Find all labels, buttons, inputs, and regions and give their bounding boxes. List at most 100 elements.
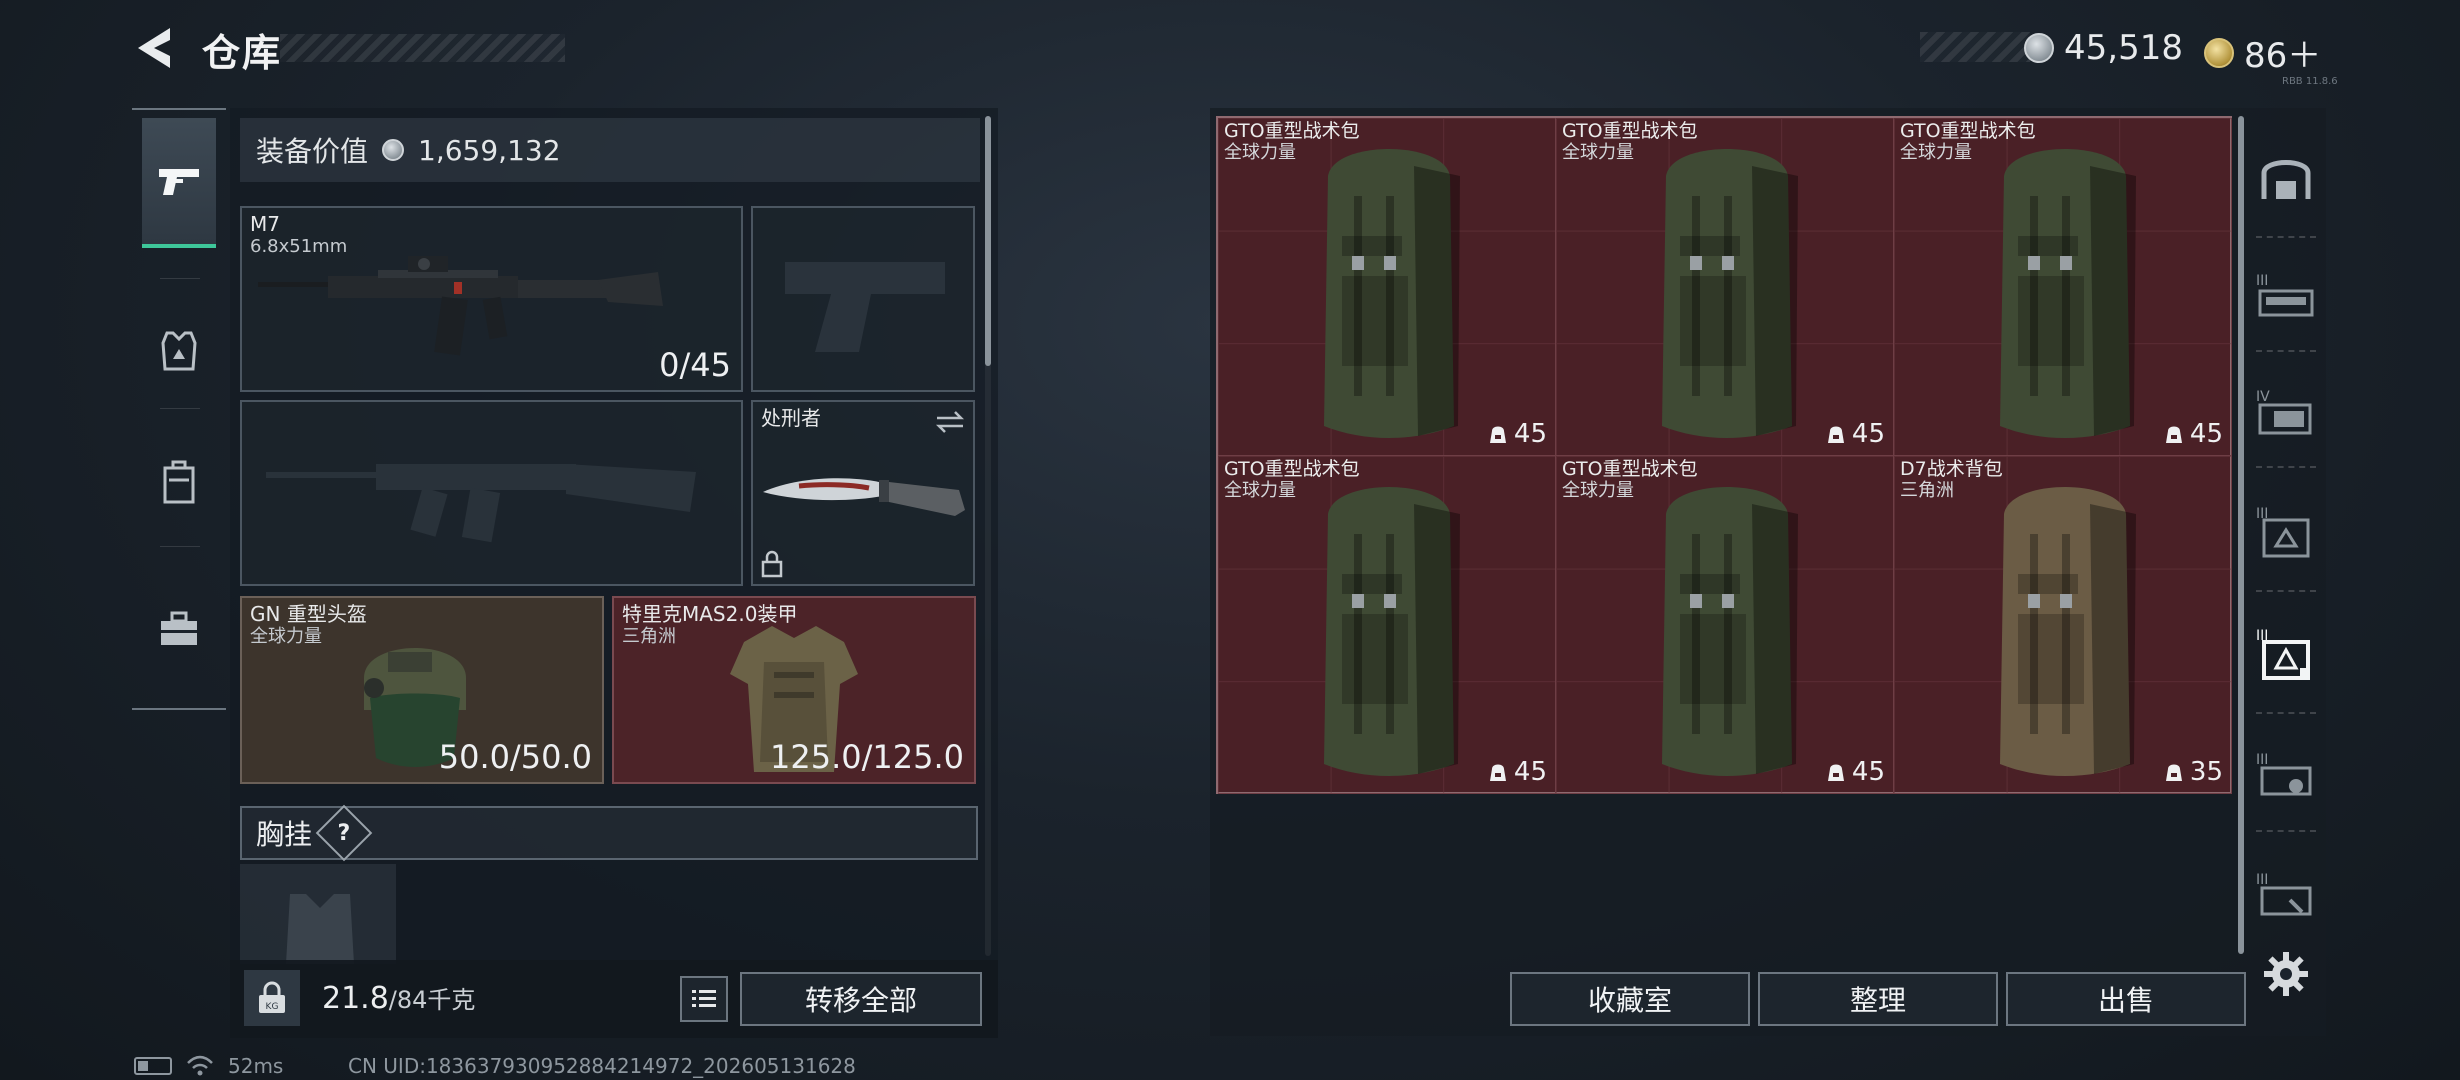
rail-item-backpack[interactable] [142,418,216,548]
secondary-weapon-slot[interactable] [240,400,743,586]
weight-lock-icon: KG [259,981,285,1013]
storage-item-capacity: 45 [1488,419,1547,449]
melee-slot[interactable]: 处刑者 [751,400,975,586]
back-arrow-icon[interactable] [130,22,182,74]
backpack-image [1324,487,1460,776]
storage-item[interactable]: GTO重型战术包 全球力量 45 [1218,456,1556,794]
helmet-slot[interactable]: GN 重型头盔 全球力量 50.0/50.0 [240,596,604,784]
organize-button[interactable]: 整理 [1758,972,1998,1026]
capacity-bag-icon [2165,764,2182,781]
rail-separator [160,278,200,279]
silver-coin-icon [382,139,405,161]
storage-item[interactable]: GTO重型战术包 全球力量 45 [1556,118,1894,456]
armor-source: 三角洲 [622,626,676,647]
currency-decoration [1920,32,2030,62]
rifle-image [258,256,663,356]
primary-weapon-slot[interactable]: M7 6.8x51mm 0/45 [240,206,743,392]
user-uid: CN UID:183637930952884214972_20260513162… [348,1054,856,1078]
ping-readout: 52ms [228,1054,284,1078]
helmet-source: 全球力量 [250,626,322,647]
filter-tier3-armor-selected[interactable]: III [2250,618,2322,690]
rail-separator [2256,236,2316,238]
equipment-value: 1,659,132 [418,133,561,167]
chest-rig-label: 胸挂 [256,818,313,851]
rail-separator [2256,830,2316,832]
filter-tier4-container[interactable]: IV [2250,376,2322,448]
tier3-gear-icon: III [2256,752,2312,796]
storage-item-name: GTO重型战术包 [1224,458,1360,480]
capacity-bag-icon [1489,764,1506,781]
equipment-value-bar: 装备价值 1,659,132 [240,118,980,182]
capacity-bag-icon [2165,426,2182,443]
storage-item-name: GTO重型战术包 [1562,120,1698,142]
capacity-bag-icon [1489,426,1506,443]
storage-item-source: 三角洲 [1900,480,1954,501]
capacity-bag-icon [1827,764,1844,781]
status-footer: 52ms [134,1054,283,1078]
storage-item[interactable]: GTO重型战术包 全球力量 45 [1556,456,1894,794]
tier4-container-icon: IV [2256,389,2312,435]
storage-item-source: 全球力量 [1562,142,1634,163]
storage-item[interactable]: D7战术背包 三角洲 35 [1894,456,2232,794]
equipment-value-label: 装备价值 [256,135,369,168]
rail-item-weapons[interactable] [142,118,216,248]
rail-separator [2256,590,2316,592]
weight-max: /84千克 [388,986,476,1014]
rail-item-toolbox[interactable] [142,564,216,694]
rail-item-armor[interactable] [142,286,216,416]
svg-text:III: III [2256,273,2268,289]
silver-currency[interactable]: 45,518 [2024,28,2183,68]
svg-text:IV: IV [2256,389,2270,405]
toolbox-icon [161,611,197,645]
storage-item-capacity: 45 [2164,419,2223,449]
storage-item-name: GTO重型战术包 [1562,458,1698,480]
list-view-button[interactable] [680,976,728,1022]
gold-coin-icon [2204,37,2234,68]
silver-coin-icon [2024,33,2054,63]
pistol-slot[interactable] [751,206,975,392]
transfer-all-button[interactable]: 转移全部 [740,972,982,1026]
storage-item[interactable]: GTO重型战术包 全球力量 45 [1894,118,2232,456]
rail-separator [2256,350,2316,352]
storage-item-capacity-value: 45 [2189,419,2223,449]
chest-rig-slot[interactable] [240,864,396,964]
sell-button[interactable]: 出售 [2006,972,2246,1026]
filter-storage-home[interactable] [2250,142,2322,214]
backpack-image [1662,149,1798,438]
collection-room-button[interactable]: 收藏室 [1510,972,1750,1026]
equipment-scrollbar[interactable] [985,116,991,366]
storage-item-capacity-value: 45 [1513,419,1547,449]
filter-tier3-weapon[interactable]: III [2250,260,2322,332]
backpack-image [1324,149,1460,438]
pistol-silhouette-icon [785,262,945,352]
armor-slot[interactable]: 特里克MAS2.0装甲 三角洲 125.0/125.0 [612,596,976,784]
tier3-weapon-icon: III [2256,273,2314,317]
storage-item-capacity-value: 45 [1851,757,1885,787]
settings-gear-icon[interactable] [2262,950,2310,998]
storage-scrollbar[interactable] [2238,116,2244,954]
storage-item[interactable]: GTO重型战术包 全球力量 45 [1218,118,1556,456]
rail-top-line [132,108,226,110]
rail-separator [2256,466,2316,468]
storage-item-capacity-value: 45 [1513,757,1547,787]
help-icon[interactable]: ? [315,804,373,862]
filter-tier3-armor[interactable]: III [2250,496,2322,568]
filter-tier3-gear[interactable]: III [2250,740,2322,812]
swap-icon[interactable] [935,410,965,434]
tier3-armor-selected-icon: III [2256,628,2310,680]
title-decoration [280,34,565,62]
weapon-ammo: 0/45 [659,346,731,384]
rail-separator [160,546,200,547]
version-label: RBB 11.8.6 [2282,76,2338,87]
storage-item-name: GTO重型战术包 [1224,120,1360,142]
knife-image [763,478,965,516]
storage-home-icon [2261,160,2311,199]
svg-text:III: III [2256,872,2268,888]
storage-item-name: GTO重型战术包 [1900,120,2036,142]
backpack-image [2000,149,2136,438]
wifi-icon [187,1055,213,1076]
svg-text:KG: KG [266,1002,279,1012]
battery-icon [134,1057,172,1075]
filter-tier3-tools[interactable]: III [2250,860,2322,932]
gold-currency[interactable]: 86＋ [2204,28,2321,77]
